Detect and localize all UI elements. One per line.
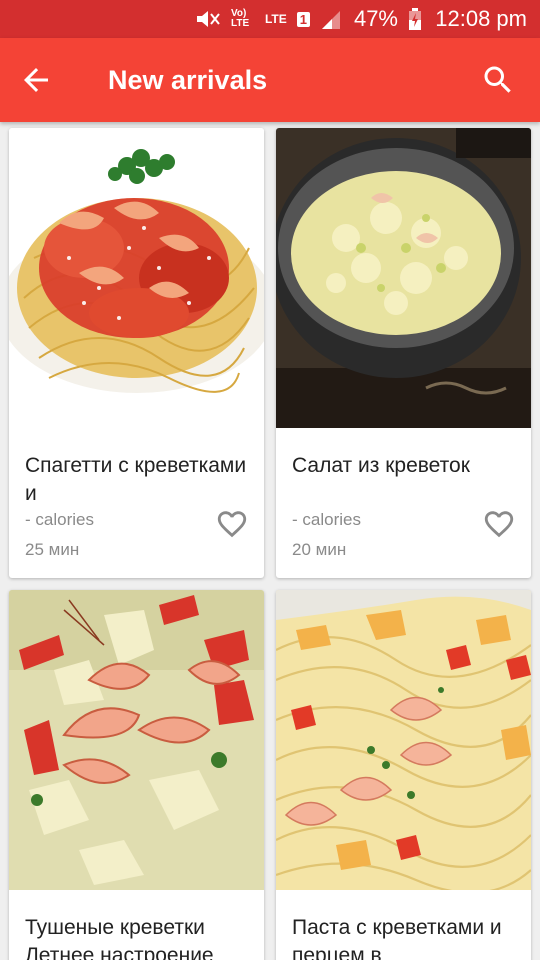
battery-percent: 47% [353, 6, 398, 31]
recipe-title: Тушеные креветки Летнее настроение [25, 916, 214, 960]
clock: 12:08 pm [435, 6, 527, 31]
heart-outline-icon[interactable] [482, 507, 516, 541]
heart-outline-icon[interactable] [215, 507, 249, 541]
lte-label: LTE [264, 12, 287, 26]
arrow-back-icon[interactable] [18, 62, 54, 98]
volte-label: Vo) LTE [230, 8, 250, 29]
recipe-photo [9, 128, 264, 428]
battery-icon [409, 8, 421, 30]
recipe-photo [9, 590, 264, 890]
page-title: New arrivals [108, 65, 268, 95]
recipe-card[interactable]: Паста с креветками и перцем в [276, 590, 531, 960]
signal-icon [322, 11, 340, 29]
sim-badge: 1 [296, 11, 310, 27]
recipe-photo [276, 128, 531, 428]
search-icon[interactable] [480, 62, 516, 98]
recipe-title: Паста с креветками и перцем в [292, 916, 502, 960]
recipe-photo [276, 590, 531, 890]
muted-icon [196, 11, 220, 27]
recipe-time: 20 мин [292, 540, 347, 559]
recipe-calories: - calories [292, 510, 361, 529]
recipe-grid: Спагетти с креветками и - calories 25 ми… [0, 122, 540, 960]
recipe-card[interactable]: Спагетти с креветками и - calories 25 ми… [9, 128, 264, 578]
status-icons: Vo) LTE LTE 1 [195, 7, 342, 31]
recipe-time: 25 мин [25, 540, 80, 559]
recipe-calories: - calories [25, 510, 94, 529]
recipe-card[interactable]: Тушеные креветки Летнее настроение [9, 590, 264, 960]
recipe-title: Спагетти с креветками и [25, 454, 247, 505]
recipe-card[interactable]: Салат из креветок - calories 20 мин [276, 128, 531, 578]
recipe-title: Салат из креветок [292, 454, 470, 477]
app-bar: New arrivals [0, 38, 540, 122]
status-bar: Vo) LTE LTE 1 47% 12:08 pm [0, 0, 540, 38]
